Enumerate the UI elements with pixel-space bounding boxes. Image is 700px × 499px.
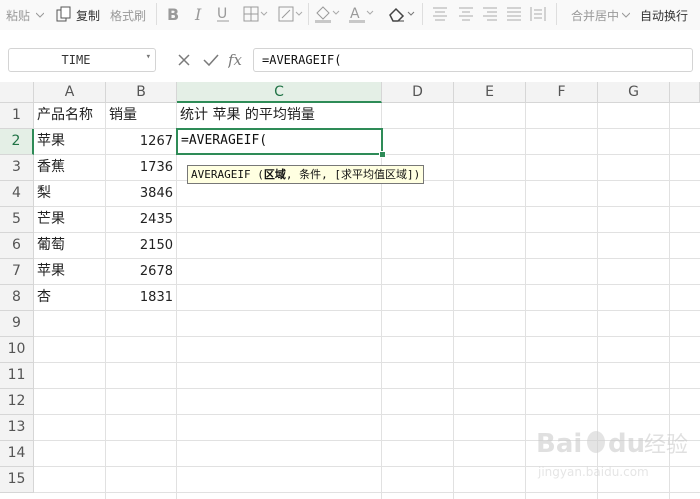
merge-center-button[interactable]: 合并居中 xyxy=(571,7,619,24)
name-box[interactable]: TIME ▾ xyxy=(8,48,156,72)
cell-a3[interactable]: 香蕉 xyxy=(34,155,106,181)
paste-button[interactable]: 粘贴 xyxy=(6,7,30,24)
chevron-down-icon[interactable]: ▾ xyxy=(146,52,151,62)
cell-b3[interactable]: 1736 xyxy=(106,155,177,181)
column-header-d[interactable]: D xyxy=(382,82,454,103)
copy-button[interactable]: 复制 xyxy=(76,7,100,24)
tooltip-function-name: AVERAGEIF xyxy=(191,168,251,181)
row-header-2[interactable]: 2 xyxy=(0,129,34,155)
align-bottom-icon[interactable] xyxy=(482,4,498,24)
divider xyxy=(556,3,557,25)
row-header-15[interactable]: 15 xyxy=(0,467,34,493)
clear-icon[interactable] xyxy=(386,4,416,24)
cell-b2[interactable]: 1267 xyxy=(106,129,177,155)
distributed-icon[interactable] xyxy=(530,4,546,24)
copy-icon[interactable] xyxy=(56,4,72,24)
row-header-7[interactable]: 7 xyxy=(0,259,34,285)
chevron-down-icon[interactable] xyxy=(36,5,44,25)
column-header-c[interactable]: C xyxy=(177,82,382,103)
confirm-icon[interactable] xyxy=(202,49,220,71)
cell-a6[interactable]: 葡萄 xyxy=(34,233,106,259)
format-painter-button[interactable]: 格式刷 xyxy=(110,7,146,24)
chevron-down-icon[interactable] xyxy=(622,5,630,25)
row-header-13[interactable]: 13 xyxy=(0,415,34,441)
row-header-11[interactable]: 11 xyxy=(0,363,34,389)
row-header-1[interactable]: 1 xyxy=(0,103,34,129)
svg-text:Bai: Bai xyxy=(536,429,582,459)
svg-text:U: U xyxy=(217,6,227,22)
row-header-14[interactable]: 14 xyxy=(0,441,34,467)
cell-style-icon[interactable] xyxy=(278,4,304,24)
fill-handle[interactable] xyxy=(379,151,386,158)
cell-a4[interactable]: 梨 xyxy=(34,181,106,207)
cell-b8[interactable]: 1831 xyxy=(106,285,177,311)
formula-text: =AVERAGEIF( xyxy=(262,53,342,67)
column-header-e[interactable]: E xyxy=(454,82,526,103)
svg-text:B: B xyxy=(167,6,179,22)
column-header-h[interactable] xyxy=(670,82,700,103)
column-header-f[interactable]: F xyxy=(526,82,598,103)
ribbon-toolbar: 粘贴 复制 格式刷 B I U A 合并居中 自动换行 xyxy=(0,0,700,31)
row-header-8[interactable]: 8 xyxy=(0,285,34,311)
cell-b1[interactable]: 销量 xyxy=(106,103,177,129)
cell-b7[interactable]: 2678 xyxy=(106,259,177,285)
svg-text:A: A xyxy=(350,6,360,22)
column-header-b[interactable]: B xyxy=(106,82,177,103)
divider xyxy=(156,3,157,25)
select-all-corner[interactable] xyxy=(0,82,34,103)
cancel-icon[interactable] xyxy=(176,49,192,71)
cell-a7[interactable]: 苹果 xyxy=(34,259,106,285)
align-top-icon[interactable] xyxy=(432,4,448,24)
row-header-6[interactable]: 6 xyxy=(0,233,34,259)
column-header-a[interactable]: A xyxy=(34,82,106,103)
underline-icon[interactable]: U xyxy=(216,4,230,24)
cell-b4[interactable]: 3846 xyxy=(106,181,177,207)
column-header-g[interactable]: G xyxy=(598,82,670,103)
tooltip-remaining-args: , 条件, [求平均值区域]) xyxy=(285,168,421,181)
cell-a5[interactable]: 芒果 xyxy=(34,207,106,233)
cell-b5[interactable]: 2435 xyxy=(106,207,177,233)
cell-c1[interactable]: 统计 苹果 的平均销量 xyxy=(177,103,382,129)
row-header-9[interactable]: 9 xyxy=(0,311,34,337)
tooltip-open: ( xyxy=(250,168,264,181)
wrap-text-button[interactable]: 自动换行 xyxy=(640,7,688,24)
align-middle-icon[interactable] xyxy=(458,4,474,24)
function-icon[interactable]: fx xyxy=(228,49,248,71)
fill-color-icon[interactable] xyxy=(314,4,340,24)
row-header-12[interactable]: 12 xyxy=(0,389,34,415)
cell-a1[interactable]: 产品名称 xyxy=(34,103,106,129)
justify-icon[interactable] xyxy=(506,4,522,24)
italic-icon[interactable]: I xyxy=(193,4,205,24)
row-header-4[interactable]: 4 xyxy=(0,181,34,207)
formula-input[interactable]: =AVERAGEIF( xyxy=(253,48,693,72)
border-icon[interactable] xyxy=(243,4,269,24)
svg-text:jingyan.baidu.com: jingyan.baidu.com xyxy=(537,465,649,479)
row-header-5[interactable]: 5 xyxy=(0,207,34,233)
svg-text:du: du xyxy=(608,429,645,459)
active-cell-c2[interactable]: =AVERAGEIF( xyxy=(176,128,383,155)
bold-icon[interactable]: B xyxy=(166,4,180,24)
function-hint-tooltip: AVERAGEIF (区域, 条件, [求平均值区域]) xyxy=(187,165,425,184)
row-header-3[interactable]: 3 xyxy=(0,155,34,181)
baidu-jingyan-watermark: Bai du 经验 jingyan.baidu.com xyxy=(536,429,688,479)
name-box-value: TIME xyxy=(61,53,91,67)
row-header-10[interactable]: 10 xyxy=(0,337,34,363)
font-color-icon[interactable]: A xyxy=(348,4,374,24)
divider xyxy=(422,3,423,25)
cell-a8[interactable]: 杏 xyxy=(34,285,106,311)
tooltip-current-arg: 区域 xyxy=(263,168,286,181)
cell-b6[interactable]: 2150 xyxy=(106,233,177,259)
cell-a2[interactable]: 苹果 xyxy=(34,129,106,155)
svg-text:I: I xyxy=(194,6,202,22)
formula-bar: TIME ▾ fx =AVERAGEIF( xyxy=(0,30,700,83)
divider xyxy=(308,3,309,25)
svg-text:经验: 经验 xyxy=(644,433,688,458)
svg-text:fx: fx xyxy=(228,51,243,69)
